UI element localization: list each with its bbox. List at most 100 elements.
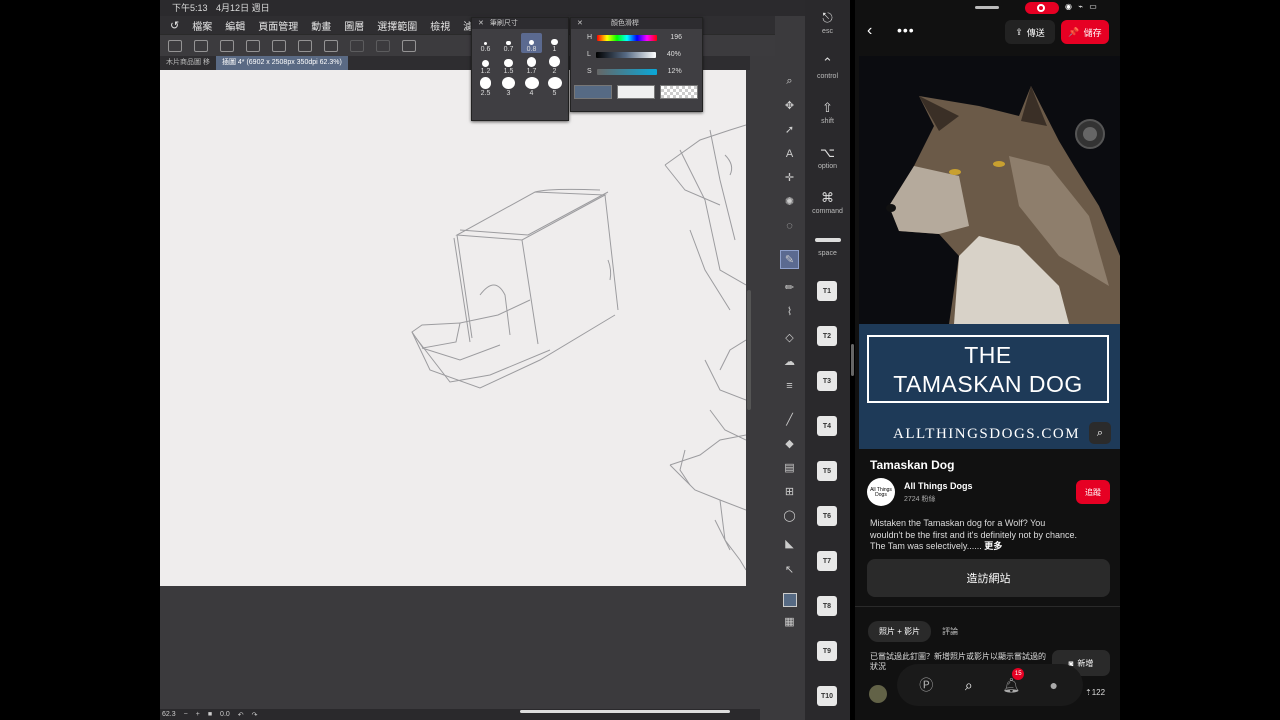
tab-comments[interactable]: 評論 [942,626,958,637]
close-icon[interactable]: ✕ [478,18,484,29]
operation-icon[interactable]: ➚ [780,120,799,139]
fill-tool-icon[interactable]: ◆ [780,434,799,453]
zoom-out-icon[interactable]: − [184,711,188,718]
clear-icon[interactable] [350,39,364,52]
rotate-right-icon[interactable]: ↷ [252,711,258,719]
tool-key-t10[interactable]: T10 [817,686,837,706]
key-esc[interactable]: ⎋ esc [805,10,850,35]
app-logo-icon[interactable]: ↺ [170,19,179,32]
pencil-icon[interactable]: ✏ [780,278,799,297]
camera-icon[interactable] [1075,119,1105,149]
tool-key-t9[interactable]: T9 [817,641,837,661]
saturation-bar[interactable] [596,68,657,75]
menu-layer[interactable]: 圖層 [344,18,364,33]
brush-icon[interactable]: ⌇ [780,302,799,321]
pin-image[interactable]: THE TAMASKAN DOG ALLTHINGSDOGS.COM ⌕ [859,56,1120,449]
more-icon[interactable]: ••• [897,22,915,38]
brush-size-option[interactable]: 1.2 [475,55,496,75]
multitask-pill[interactable] [975,6,999,9]
author-avatar[interactable]: All Things Dogs [867,478,895,506]
menu-file[interactable]: 檔案 [192,18,212,33]
brush-size-option[interactable]: 1.5 [498,55,519,75]
tool-key-t4[interactable]: T4 [817,416,837,436]
brush-size-option[interactable]: 1.7 [521,55,542,75]
notifications-icon[interactable]: 🔔︎ 15 [1000,668,1025,696]
fit-icon[interactable]: ■ [208,711,212,718]
zoom-icon[interactable]: ⌕ [780,72,799,91]
brush-size-option[interactable]: 3 [498,77,519,97]
divider-grip[interactable] [851,344,854,376]
tab-photos-videos[interactable]: 照片 + 影片 [868,621,932,642]
more-link[interactable]: 更多 [984,541,1002,551]
brush-size-option[interactable]: 0.6 [475,33,496,53]
tool-key-t2[interactable]: T2 [817,326,837,346]
deselect-icon[interactable] [376,39,390,52]
menu-edit[interactable]: 編輯 [225,18,245,33]
user-avatar[interactable] [869,685,887,703]
crop-icon[interactable] [298,39,312,52]
tab-document-2[interactable]: 插圖 4* (6902 x 2508px 350dpi 62.3%) [215,56,348,70]
lasso-icon[interactable]: ◌ [780,216,799,235]
new-icon[interactable] [168,39,182,52]
key-control[interactable]: ⌃ control [805,55,850,80]
save-icon[interactable] [220,39,234,52]
menu-animation[interactable]: 動畫 [311,18,331,33]
slider-l[interactable]: L 40% [571,46,702,63]
tool-key-t5[interactable]: T5 [817,461,837,481]
key-command[interactable]: ⌘ command [805,190,850,215]
transform-icon[interactable] [324,39,338,52]
brush-size-option[interactable]: 5 [544,77,565,97]
gradient-icon[interactable]: ▤ [780,458,799,477]
slider-s[interactable]: S 12% [571,63,702,80]
scroll-thumb[interactable] [747,290,751,410]
balloon-icon[interactable]: ◯ [780,506,799,525]
home-icon[interactable]: Ⓟ [915,674,937,696]
tool-key-t6[interactable]: T6 [817,506,837,526]
menu-view[interactable]: 檢視 [430,18,450,33]
author-name[interactable]: All Things Dogs [904,481,973,491]
lightness-bar[interactable] [595,51,656,58]
sub-color-swatch[interactable] [617,85,655,99]
brush-size-option[interactable]: 0.7 [498,33,519,53]
tool-key-t7[interactable]: T7 [817,551,837,571]
menu-selection[interactable]: 選擇範圍 [377,18,417,33]
panel-header[interactable]: ✕ 筆刷尺寸 [472,18,568,29]
visual-search-icon[interactable]: ⌕ [1089,422,1111,444]
hue-bar[interactable] [597,34,658,41]
profile-icon[interactable]: ● [1043,674,1065,696]
open-icon[interactable] [194,39,208,52]
tool-key-t8[interactable]: T8 [817,596,837,616]
share-button[interactable]: ⇪ 傳送 [1005,20,1055,44]
ruler-tool-icon[interactable]: ◣ [780,534,799,553]
zoom-in-icon[interactable]: + [196,711,200,718]
transparent-swatch[interactable] [660,85,698,99]
blend-icon[interactable]: ☁ [780,352,799,371]
close-icon[interactable]: ✕ [577,18,583,29]
decoration-icon[interactable]: ≡ [780,376,799,395]
brush-size-option[interactable]: 2.5 [475,77,496,97]
brush-size-option[interactable]: 4 [521,77,542,97]
main-color-swatch[interactable] [574,85,612,99]
key-shift[interactable]: ⇧ shift [805,100,850,125]
pen-tool-icon[interactable]: ✎ [780,250,799,269]
tool-key-t3[interactable]: T3 [817,371,837,391]
move-layer-icon[interactable]: ✛ [780,168,799,187]
tool-key-t1[interactable]: T1 [817,281,837,301]
slider-h[interactable]: H 196 [571,29,702,46]
auto-select-icon[interactable]: ✺ [780,192,799,211]
canvas-scrollbar[interactable] [746,70,752,710]
menu-page[interactable]: 頁面管理 [258,18,298,33]
tab-document-1[interactable]: 木片商品圖 移 [160,56,216,70]
frame-icon[interactable]: ⊞ [780,482,799,501]
rotate-left-icon[interactable]: ↶ [238,711,244,719]
figure-icon[interactable]: ╱ [780,410,799,429]
key-option[interactable]: ⌥ option [805,145,850,170]
drawing-canvas[interactable] [160,70,746,586]
panel-header[interactable]: ✕ 顏色滑桿 [571,18,702,29]
text-icon[interactable]: A [780,144,799,163]
brush-size-option[interactable]: 2 [544,55,565,75]
transparency-icon[interactable]: ▦ [780,612,799,631]
loading-icon[interactable] [246,39,260,52]
key-space[interactable]: space [805,238,850,257]
fill-icon[interactable] [272,39,286,52]
